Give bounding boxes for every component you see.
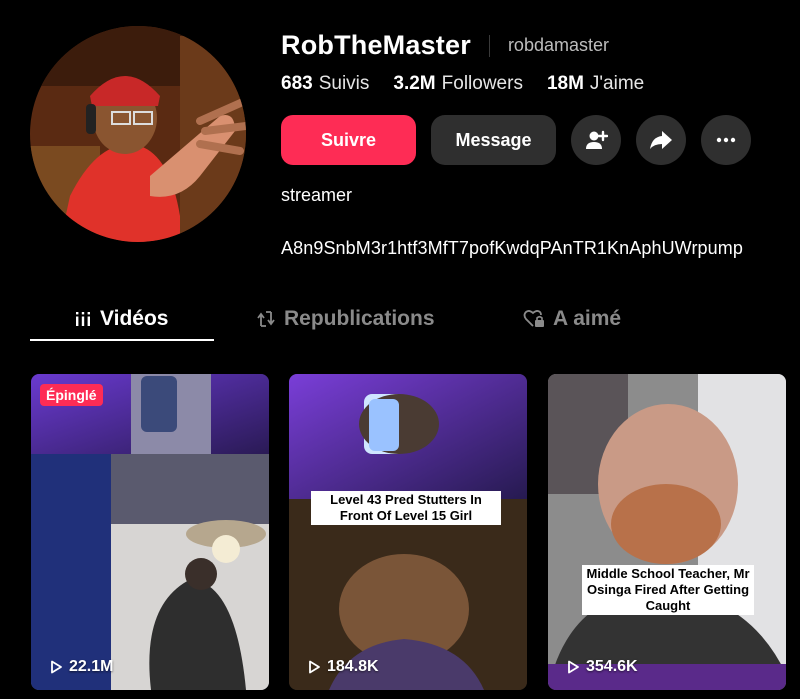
video-thumbnail <box>548 374 786 690</box>
more-dots-icon <box>716 137 736 143</box>
followers-label: Followers <box>441 73 523 94</box>
share-arrow-icon <box>650 131 672 149</box>
view-count: 22.1M <box>49 658 113 676</box>
following-label: Suivis <box>318 73 370 94</box>
more-options-button[interactable] <box>701 115 751 165</box>
video-card[interactable]: Middle School Teacher, Mr Osinga Fired A… <box>548 374 786 690</box>
name-divider <box>488 34 490 57</box>
tab-videos[interactable]: Vidéos <box>74 296 168 342</box>
profile-stats: 683 Suivis 3.2M Followers 18M J'aime <box>281 73 668 95</box>
profile-bio: streamer <box>281 185 353 205</box>
profile-name-row: RobTheMaster robdamaster <box>281 30 609 61</box>
tab-liked[interactable]: A aimé <box>523 296 621 342</box>
view-count: 354.6K <box>566 658 638 676</box>
profile-link: A8n9SnbM3r1htf3MfT7pofKwdqPAnTR1KnAphUWr… <box>281 238 743 258</box>
share-button[interactable] <box>636 115 686 165</box>
play-icon <box>309 660 320 674</box>
tab-reposts-label: Republications <box>284 307 435 330</box>
stat-likes: 18M J'aime <box>547 73 644 95</box>
play-icon <box>568 660 579 674</box>
grid-bars-icon <box>74 310 92 328</box>
video-caption: Middle School Teacher, Mr Osinga Fired A… <box>582 565 754 615</box>
video-caption: Level 43 Pred Stutters In Front Of Level… <box>311 491 501 525</box>
tab-liked-label: A aimé <box>553 307 622 330</box>
followers-count: 3.2M <box>393 73 436 94</box>
username: robdamaster <box>507 35 609 55</box>
likes-count: 18M <box>546 73 584 94</box>
view-count-value: 354.6K <box>586 658 638 675</box>
active-tab-indicator <box>30 339 214 341</box>
profile-actions: Suivre Message <box>281 115 766 165</box>
view-count: 184.8K <box>307 658 379 676</box>
view-count-value: 22.1M <box>69 658 114 675</box>
message-button[interactable]: Message <box>431 115 556 165</box>
pinned-badge: Épinglé <box>40 384 103 406</box>
profile-avatar[interactable] <box>30 26 246 242</box>
stat-followers[interactable]: 3.2M Followers <box>393 73 523 95</box>
follow-button[interactable]: Suivre <box>281 115 416 165</box>
video-thumbnail <box>31 374 269 690</box>
add-user-icon <box>586 130 608 149</box>
tab-videos-label: Vidéos <box>100 307 169 330</box>
video-card[interactable]: Level 43 Pred Stutters In Front Of Level… <box>289 374 527 690</box>
heart-lock-icon <box>523 309 545 329</box>
video-card[interactable]: Épinglé 22.1M <box>31 374 269 690</box>
stat-following[interactable]: 683 Suivis <box>281 73 369 95</box>
video-thumbnail <box>289 374 527 690</box>
play-icon <box>51 660 62 674</box>
add-friend-button[interactable] <box>571 115 621 165</box>
view-count-value: 184.8K <box>327 658 379 675</box>
following-count: 683 <box>281 73 313 94</box>
display-name: RobTheMaster <box>281 30 471 60</box>
profile-tabs: Vidéos Republications A aimé <box>30 296 800 342</box>
repost-icon <box>256 309 276 329</box>
likes-label: J'aime <box>589 73 645 94</box>
tab-reposts[interactable]: Republications <box>256 296 435 342</box>
